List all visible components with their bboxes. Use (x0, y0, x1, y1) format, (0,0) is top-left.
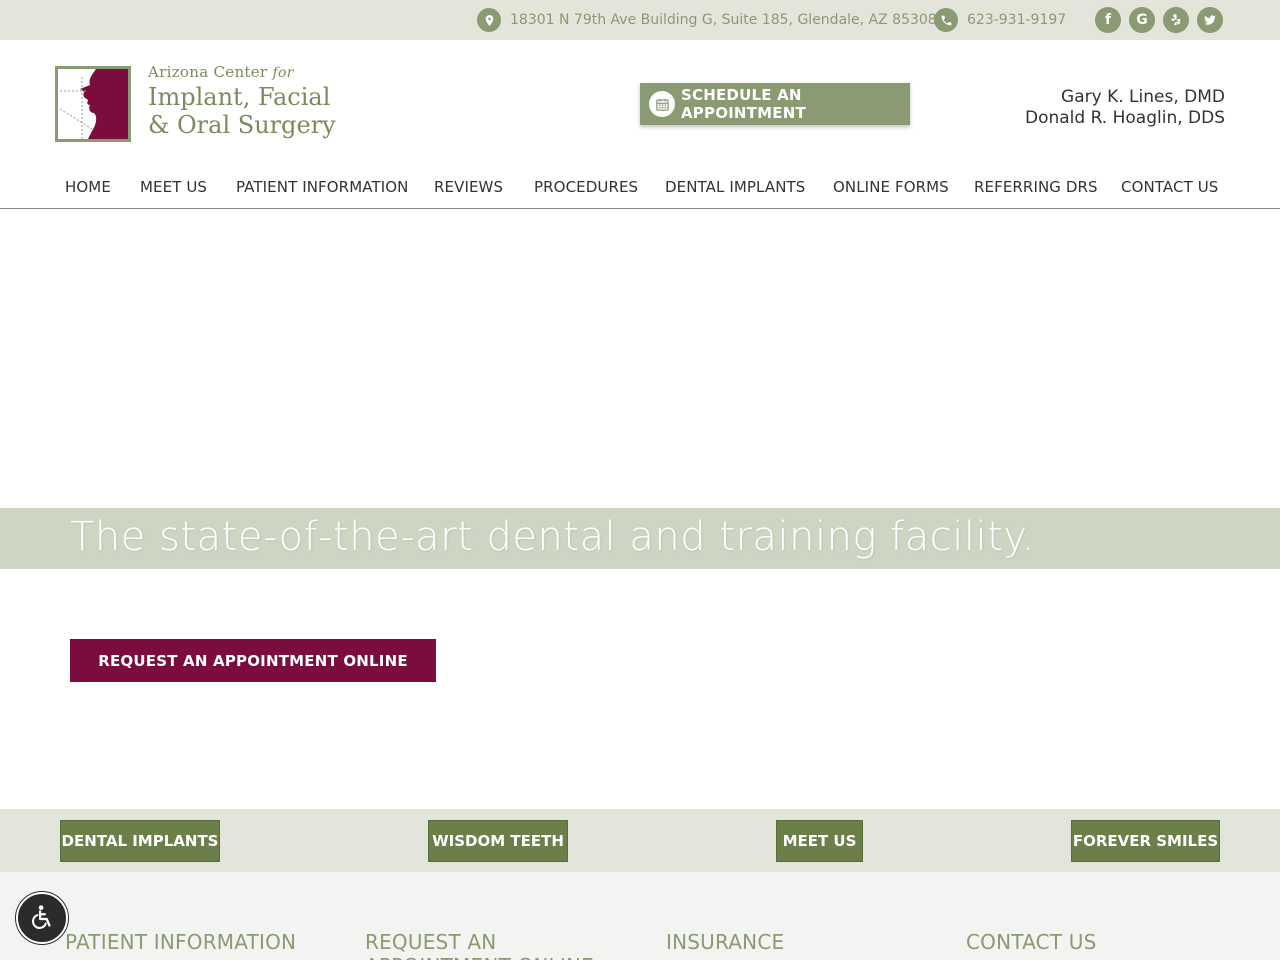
nav-item-procedures[interactable]: PROCEDURES (534, 178, 638, 196)
schedule-appointment-label: SCHEDULE AN APPOINTMENT (681, 86, 806, 122)
accessibility-button[interactable] (16, 892, 68, 944)
yelp-link[interactable] (1163, 7, 1189, 33)
nav-item-dental-implants[interactable]: DENTAL IMPLANTS (665, 178, 805, 196)
nav-item-home[interactable]: HOME (65, 178, 111, 196)
footer-heading-insurance[interactable]: INSURANCE (666, 930, 866, 954)
request-appointment-button[interactable]: REQUEST AN APPOINTMENT ONLINE (70, 639, 436, 682)
phone-text: 623-931-9197 (967, 12, 1067, 28)
top-bar: 18301 N 79th Ave Building G, Suite 185, … (0, 0, 1280, 40)
nav-item-meet-us[interactable]: MEET US (140, 178, 207, 196)
twitter-link[interactable] (1197, 7, 1223, 33)
hero-tagline: The state-of-the-art dental and training… (70, 514, 1035, 560)
nav-item-reviews[interactable]: REVIEWS (434, 178, 503, 196)
nav-item-referring-drs[interactable]: REFERRING DRS (974, 178, 1098, 196)
nav-item-contact-us[interactable]: CONTACT US (1121, 178, 1218, 196)
google-icon: G (1136, 12, 1148, 28)
quicklink-forever-smiles[interactable]: FOREVER SMILES (1071, 820, 1220, 862)
quick-links-bar: DENTAL IMPLANTS WISDOM TEETH MEET US FOR… (0, 809, 1280, 872)
schedule-appointment-button[interactable]: SCHEDULE AN APPOINTMENT (640, 83, 910, 125)
nav-item-patient-information[interactable]: PATIENT INFORMATION (236, 178, 408, 196)
doctor-names: Gary K. Lines, DMD Donald R. Hoaglin, DD… (1025, 87, 1225, 129)
footer-heading-contact-us[interactable]: CONTACT US (966, 930, 1166, 954)
footer: PATIENT INFORMATION REQUEST AN APPOINTME… (0, 872, 1280, 960)
map-pin-icon (477, 8, 501, 32)
face-profile-logo-icon (55, 66, 131, 142)
logo-line-1: Arizona Center (148, 63, 268, 81)
hero-tagline-band: The state-of-the-art dental and training… (0, 508, 1280, 569)
logo-wordmark: Arizona Center for Implant, Facial & Ora… (148, 62, 336, 139)
footer-heading-request-appointment[interactable]: REQUEST AN APPOINTMENT ONLINE (365, 930, 605, 960)
doctor-name: Donald R. Hoaglin, DDS (1024, 108, 1225, 128)
site-logo[interactable]: Arizona Center for Implant, Facial & Ora… (55, 62, 336, 146)
doctor-name: Gary K. Lines, DMD (1061, 87, 1225, 107)
nav-item-online-forms[interactable]: ONLINE FORMS (833, 178, 949, 196)
phone-icon (934, 8, 958, 32)
wheelchair-icon (32, 905, 51, 929)
logo-line-1-suffix: for (272, 65, 294, 81)
quicklink-dental-implants[interactable]: DENTAL IMPLANTS (60, 820, 220, 862)
twitter-icon (1204, 15, 1216, 25)
address-link[interactable]: 18301 N 79th Ave Building G, Suite 185, … (477, 8, 937, 32)
calendar-icon (649, 91, 675, 117)
phone-link[interactable]: 623-931-9197 (934, 8, 1066, 32)
main-navigation: HOME MEET US PATIENT INFORMATION REVIEWS… (0, 168, 1280, 209)
google-link[interactable]: G (1129, 7, 1155, 33)
yelp-icon (1171, 14, 1181, 26)
facebook-link[interactable]: f (1095, 7, 1121, 33)
quicklink-wisdom-teeth[interactable]: WISDOM TEETH (428, 820, 568, 862)
facebook-icon: f (1104, 12, 1112, 28)
logo-line-2: Implant, Facial (148, 83, 331, 111)
logo-line-3: & Oral Surgery (148, 111, 336, 139)
address-text: 18301 N 79th Ave Building G, Suite 185, … (510, 12, 937, 28)
footer-heading-patient-information[interactable]: PATIENT INFORMATION (65, 930, 325, 954)
quicklink-meet-us[interactable]: MEET US (776, 820, 863, 862)
